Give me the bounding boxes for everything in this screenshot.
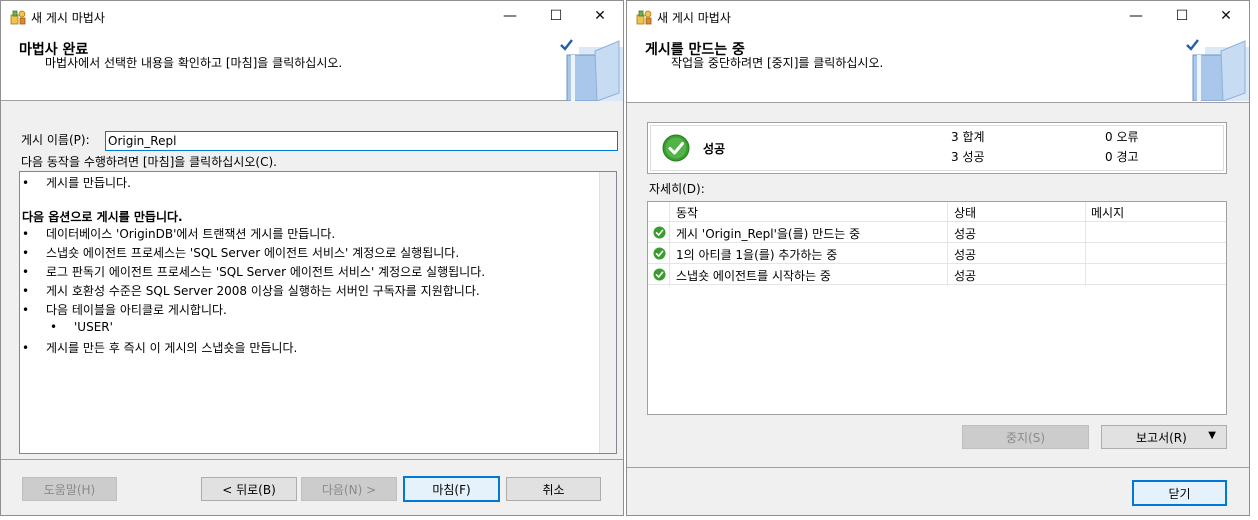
wizard-app-icon	[636, 10, 652, 25]
list-item: • 'USER'	[50, 320, 113, 334]
list-item: • 데이터베이스 'OriginDB'에서 트랜잭션 게시를 만듭니다.	[22, 227, 336, 241]
minimize-icon: —	[1129, 8, 1143, 24]
error-count: 0 오류	[1105, 130, 1139, 144]
report-button-label: 보고서(R)	[1136, 430, 1187, 445]
row-action: 1의 아티클 1을(를) 추가하는 중	[676, 248, 838, 262]
list-item: • 게시를 만든 후 즉시 이 게시의 스냅숏을 만듭니다.	[22, 341, 298, 355]
row-action: 게시 'Origin_Repl'을(를) 만드는 중	[676, 227, 861, 241]
report-button[interactable]: 보고서(R) ▼	[1101, 425, 1227, 449]
warning-count: 0 경고	[1105, 150, 1139, 164]
grid-header: 동작 상태 메시지	[648, 202, 1226, 222]
maximize-icon: ☐	[1175, 8, 1189, 24]
cancel-button[interactable]: 취소	[506, 477, 601, 501]
dropdown-arrow-icon: ▼	[1208, 430, 1216, 441]
help-button[interactable]: 도움말(H)	[22, 477, 117, 501]
success-check-icon	[653, 226, 666, 239]
book-check-icon	[560, 39, 623, 101]
wizard-banner: 게시를 만드는 중 작업을 중단하려면 [중지]를 클릭하십시오.	[627, 31, 1249, 103]
banner-subtitle: 작업을 중단하려면 [중지]를 클릭하십시오.	[671, 56, 884, 70]
close-icon: ✕	[594, 8, 606, 24]
vertical-scrollbar[interactable]	[599, 172, 616, 453]
close-icon: ✕	[1220, 8, 1232, 24]
summary-text-box[interactable]: • 게시를 만듭니다. 다음 옵션으로 게시를 만듭니다. • 데이터베이스 'Or…	[19, 171, 617, 454]
row-status: 성공	[954, 227, 977, 241]
title-bar[interactable]: 새 게시 마법사 — ☐ ✕	[1, 1, 623, 31]
window-title: 새 게시 마법사	[31, 11, 105, 25]
details-grid[interactable]: 동작 상태 메시지 게시 'Origin_Repl'을(를) 만드는 중 성공 …	[647, 201, 1227, 415]
row-status: 성공	[954, 269, 977, 283]
finish-instruction: 다음 동작을 수행하려면 [마침]을 클릭하십시오(C).	[21, 155, 277, 169]
list-item: • 게시를 만듭니다.	[22, 176, 131, 190]
row-action: 스냅숏 에이전트를 시작하는 중	[676, 269, 831, 283]
stop-button[interactable]: 중지(S)	[962, 425, 1089, 449]
wizard-window-complete: 새 게시 마법사 — ☐ ✕ 마법사 완료 마법사에서 선택한 내용을 확인하고…	[0, 0, 624, 516]
table-row[interactable]: 스냅숏 에이전트를 시작하는 중 성공	[648, 264, 1226, 285]
total-count: 3 합계	[951, 130, 985, 144]
title-bar[interactable]: 새 게시 마법사 — ☐ ✕	[627, 1, 1249, 31]
details-label: 자세히(D):	[649, 182, 705, 196]
wizard-window-progress: 새 게시 마법사 — ☐ ✕ 게시를 만드는 중 작업을 중단하려면 [중지]를…	[626, 0, 1250, 516]
close-button[interactable]: 닫기	[1132, 480, 1227, 506]
minimize-icon: —	[503, 8, 517, 24]
maximize-button[interactable]: ☐	[533, 1, 579, 31]
list-item: • 스냅숏 에이전트 프로세스는 'SQL Server 에이전트 서비스' 계정…	[22, 246, 460, 260]
publication-name-label: 게시 이름(P):	[21, 133, 90, 147]
status-summary-box: 성공 3 합계 3 성공 0 오류 0 경고	[647, 122, 1227, 174]
minimize-button[interactable]: —	[1113, 1, 1159, 31]
success-check-icon	[653, 268, 666, 281]
maximize-icon: ☐	[549, 8, 563, 24]
column-header-message[interactable]: 메시지	[1091, 204, 1124, 221]
next-button[interactable]: 다음(N) >	[301, 477, 397, 501]
success-check-icon	[662, 134, 690, 162]
close-window-button[interactable]: ✕	[577, 1, 623, 31]
maximize-button[interactable]: ☐	[1159, 1, 1205, 31]
button-bar: 닫기	[627, 467, 1249, 515]
publication-name-input[interactable]: Origin_Repl	[105, 131, 618, 151]
close-window-button[interactable]: ✕	[1203, 1, 1249, 31]
success-count: 3 성공	[951, 150, 985, 164]
book-check-icon	[1186, 39, 1249, 101]
list-item: • 게시 호환성 수준은 SQL Server 2008 이상을 실행하는 서버인…	[22, 284, 480, 298]
column-header-status[interactable]: 상태	[954, 204, 976, 221]
wizard-banner: 마법사 완료 마법사에서 선택한 내용을 확인하고 [마침]을 클릭하십시오.	[1, 31, 623, 101]
list-item: • 로그 판독기 에이전트 프로세스는 'SQL Server 에이전트 서비스'…	[22, 265, 486, 279]
finish-button[interactable]: 마침(F)	[403, 476, 500, 502]
table-row[interactable]: 1의 아티클 1을(를) 추가하는 중 성공	[648, 243, 1226, 264]
minimize-button[interactable]: —	[487, 1, 533, 31]
button-bar: 도움말(H) < 뒤로(B) 다음(N) > 마침(F) 취소	[1, 459, 623, 515]
wizard-app-icon	[10, 10, 26, 25]
window-title: 새 게시 마법사	[657, 11, 731, 25]
column-header-action[interactable]: 동작	[676, 204, 698, 221]
row-status: 성공	[954, 248, 977, 262]
back-button[interactable]: < 뒤로(B)	[201, 477, 297, 501]
table-row[interactable]: 게시 'Origin_Repl'을(를) 만드는 중 성공	[648, 222, 1226, 243]
list-item: • 다음 테이블을 아티클로 게시합니다.	[22, 303, 227, 317]
success-check-icon	[653, 247, 666, 260]
status-result: 성공	[703, 142, 726, 156]
banner-subtitle: 마법사에서 선택한 내용을 확인하고 [마침]을 클릭하십시오.	[45, 56, 343, 70]
